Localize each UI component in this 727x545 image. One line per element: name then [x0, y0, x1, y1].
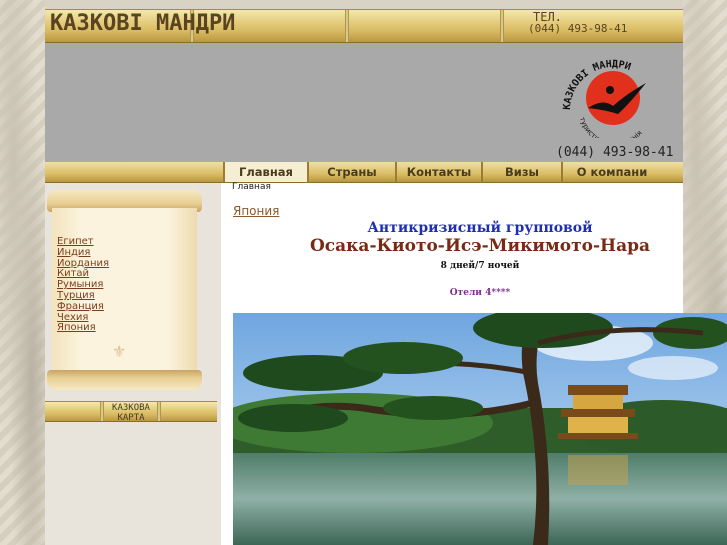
country-page-link[interactable]: Япония — [233, 204, 279, 218]
nav-item-about[interactable]: О компани — [561, 162, 661, 183]
company-emblem-logo: КАЗКОВІ МАНДРИ туристична компанія — [562, 59, 646, 138]
fairy-map-button[interactable]: КАЗКОВА КАРТА — [45, 401, 217, 423]
banner-phone-number: (044) 493-98-41 — [556, 145, 674, 160]
nav-item-home[interactable]: Главная — [223, 162, 307, 182]
tour-hotels: Отели 4**** — [449, 288, 511, 298]
country-link-japan[interactable]: Япония — [57, 323, 109, 334]
decorative-background-left — [0, 0, 45, 545]
tour-duration: 8 дней/7 ночей — [440, 261, 520, 271]
map-button-line1: КАЗКОВА — [112, 403, 150, 413]
header-bamboo-end — [665, 9, 683, 43]
map-button-line2: КАРТА — [117, 413, 145, 423]
scroll-bottom-roll — [47, 370, 202, 390]
tour-title-line2: Осака-Киото-Исэ-Микимото-Нара — [309, 236, 650, 256]
site-logo-text[interactable]: КАЗКОВІ МАНДРИ — [50, 11, 235, 36]
fleur-de-lis-icon: ⚜ — [112, 342, 127, 361]
main-navigation: Главная Страны Контакты Визы О компани — [45, 162, 683, 183]
nav-item-countries[interactable]: Страны — [307, 162, 395, 183]
nav-item-contacts[interactable]: Контакты — [395, 162, 481, 183]
tel-number: (044) 493-98-41 — [528, 22, 628, 35]
country-link-india[interactable]: Индия — [57, 247, 109, 259]
breadcrumb[interactable]: Главная — [232, 182, 271, 192]
tour-title-line1: Антикризисный групповой — [367, 220, 593, 236]
country-menu: Египет Индия Иордания Китай Румыния Турц… — [57, 236, 109, 334]
country-link-france[interactable]: Франция — [57, 301, 109, 313]
nav-item-visas[interactable]: Визы — [481, 162, 561, 183]
japan-temple-photo — [233, 313, 727, 545]
